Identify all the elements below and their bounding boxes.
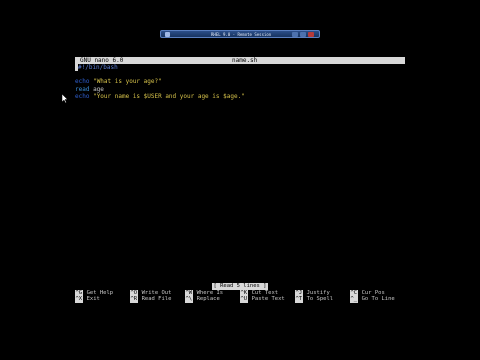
string-literal: "What is your age?" — [93, 78, 162, 85]
shortcut-key: ^_ — [350, 296, 358, 303]
shebang-text: #!/bin/bash — [78, 64, 118, 71]
remote-screen: RHEL 9.0 - Remote Session GNU nano 6.0 n… — [0, 0, 480, 360]
shortcut-go-to-line[interactable]: ^_ Go To Line — [350, 296, 395, 303]
status-message: [ Read 5 lines ] — [212, 283, 268, 290]
file-name: name.sh — [232, 57, 258, 64]
shortcut-label: Paste Text — [251, 296, 285, 302]
maximize-button[interactable] — [300, 32, 306, 37]
shortcut-bar: ^G Get Help ^O Write Out ^W Where Is ^K Cut … — [75, 290, 405, 306]
shortcut-exit[interactable]: ^X Exit — [75, 296, 100, 303]
shortcut-key: ^\ — [185, 296, 193, 303]
echo-keyword: echo — [75, 78, 90, 85]
string-literal: "Your name is $USER and your age is $age… — [93, 93, 245, 100]
minimize-button[interactable] — [292, 32, 298, 37]
window-title: RHEL 9.0 - Remote Session — [211, 32, 272, 37]
shortcut-label: Read File — [141, 296, 172, 302]
shortcut-label: Exit — [86, 296, 100, 302]
shortcut-read-file[interactable]: ^R Read File — [130, 296, 171, 303]
nano-header: GNU nano 6.0 name.sh — [75, 57, 405, 64]
nano-version: GNU nano 6.0 — [80, 57, 124, 64]
code-line: #!/bin/bash — [75, 64, 118, 72]
shortcut-key: ^X — [75, 296, 83, 303]
shortcut-label: Replace — [196, 296, 220, 302]
shortcut-replace[interactable]: ^\ Replace — [185, 296, 220, 303]
echo-keyword: echo — [75, 93, 90, 100]
remote-viewer-titlebar[interactable]: RHEL 9.0 - Remote Session — [160, 30, 320, 38]
shortcut-key: ^U — [240, 296, 248, 303]
mouse-pointer-icon — [62, 94, 68, 103]
shortcut-label: To Spell — [306, 296, 334, 302]
shortcut-key: ^R — [130, 296, 138, 303]
shortcut-key: ^T — [295, 296, 303, 303]
editor-area[interactable]: #!/bin/bash echo "What is your age?" rea… — [75, 64, 405, 254]
shortcut-to-spell[interactable]: ^T To Spell — [295, 296, 333, 303]
shortcut-paste-text[interactable]: ^U Paste Text — [240, 296, 285, 303]
app-icon — [165, 32, 170, 37]
close-button[interactable] — [308, 32, 314, 37]
shortcut-label: Go To Line — [361, 296, 395, 302]
code-line: echo "What is your age?" — [75, 78, 162, 86]
read-keyword: read — [75, 86, 90, 93]
code-line: echo "Your name is $USER and your age is… — [75, 93, 245, 101]
read-argument: age — [89, 86, 104, 93]
